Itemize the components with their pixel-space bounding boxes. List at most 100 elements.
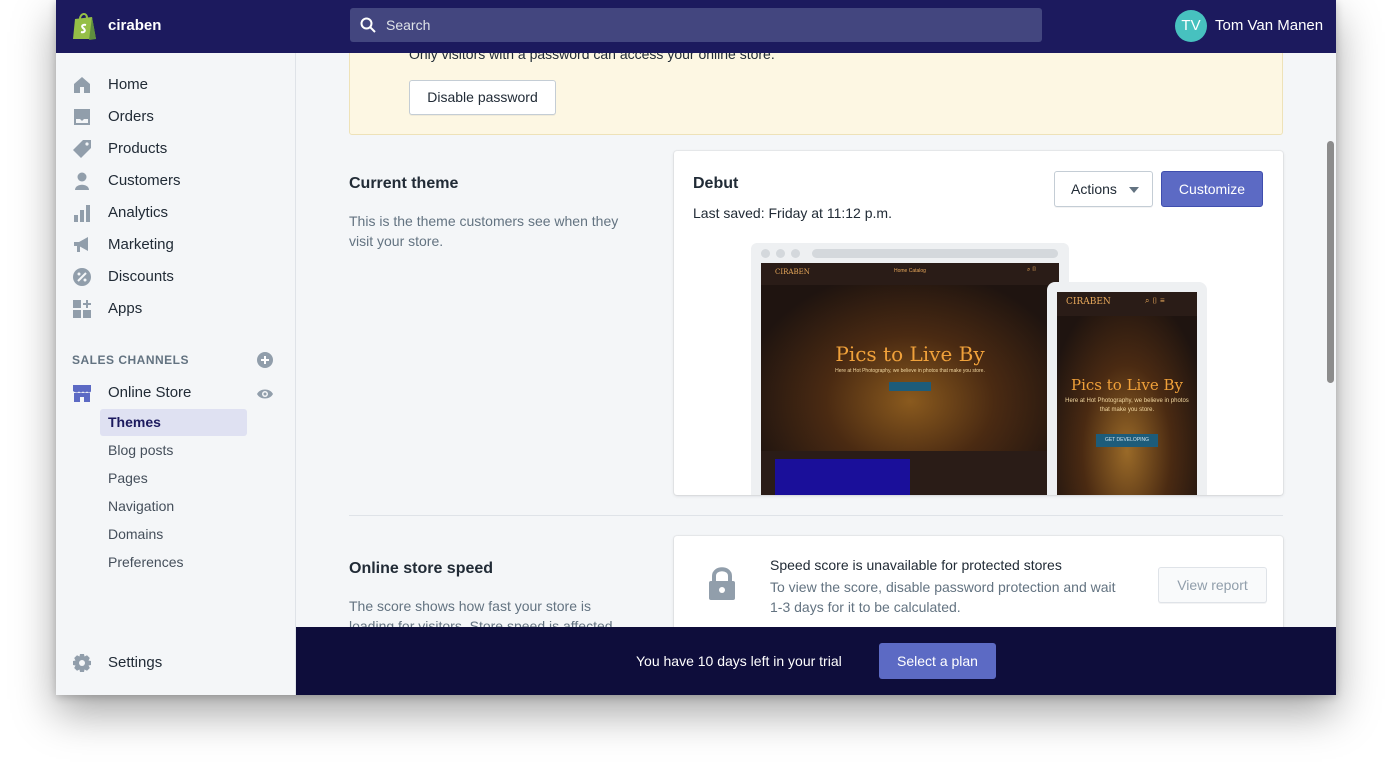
sidebar-subitem-blog-posts[interactable]: Blog posts [100,437,247,464]
speed-card-text: To view the score, disable password prot… [770,579,1116,615]
discount-icon [73,268,91,286]
sidebar-subitem-themes[interactable]: Themes [100,409,247,436]
view-report-button[interactable]: View report [1158,567,1267,603]
mobile-screen: CIRABEN ⌕ ▯ ≡ Pics to Live By Here at Ho… [1057,292,1197,495]
sidebar: Home Orders Products Customers Analytics… [56,53,296,695]
preview-search-icon: ⌕ ▯ [1027,267,1037,273]
sidebar-subitem-pages[interactable]: Pages [100,465,247,492]
search-placeholder: Search [386,17,431,33]
sidebar-item-home[interactable]: Home [72,71,282,99]
url-bar [812,249,1058,258]
add-channel-icon[interactable] [257,352,273,368]
store-icon [73,385,91,402]
sidebar-subitem-label: Navigation [108,498,175,514]
sidebar-item-label: Online Store [108,384,192,401]
eye-icon[interactable] [257,386,273,402]
window-dot [791,249,800,258]
actions-button[interactable]: Actions [1054,171,1153,207]
speed-card-title: Speed score is unavailable for protected… [770,557,1062,573]
lock-icon [709,567,735,600]
theme-card: Debut Last saved: Friday at 11:12 p.m. A… [674,151,1283,495]
sidebar-subitem-preferences[interactable]: Preferences [100,549,247,576]
sidebar-item-orders[interactable]: Orders [72,103,282,131]
current-theme-title: Current theme [349,175,459,192]
disable-password-button[interactable]: Disable password [409,80,556,115]
sidebar-subitem-label: Preferences [108,554,184,570]
sidebar-item-label: Products [108,140,168,157]
desktop-screen: CIRABEN Home Catalog ⌕ ▯ Pics to Live By… [761,263,1059,495]
sidebar-item-products[interactable]: Products [72,135,282,163]
current-theme-description: This is the theme customers see when the… [349,213,619,249]
desktop-preview[interactable]: CIRABEN Home Catalog ⌕ ▯ Pics to Live By… [751,243,1069,495]
sidebar-item-label: Orders [108,108,154,125]
orders-icon [74,109,90,125]
sidebar-item-label: Home [108,76,149,93]
search-icon [360,17,376,33]
section-divider [349,515,1283,516]
sidebar-item-settings[interactable]: Settings [72,649,282,677]
preview-mobile-title: Pics to Live By [1071,376,1183,394]
window-dot [761,249,770,258]
home-icon [74,77,90,93]
actions-label: Actions [1071,181,1117,197]
preview-mobile-cta: GET DEVELOPING [1096,434,1158,447]
sidebar-item-apps[interactable]: Apps [72,295,282,323]
speed-title: Online store speed [349,560,494,577]
sidebar-item-label: Apps [108,300,143,317]
sidebar-item-label: Settings [108,654,163,671]
sidebar-subitem-label: Blog posts [108,442,174,458]
megaphone-icon [74,237,88,252]
sidebar-item-customers[interactable]: Customers [72,167,282,195]
mobile-preview[interactable]: CIRABEN ⌕ ▯ ≡ Pics to Live By Here at Ho… [1047,282,1207,495]
bar-chart-icon [74,205,90,222]
app-window: ciraben Search TV Tom Van Manen Home Ord… [56,0,1336,695]
password-banner: Only visitors with a password can access… [349,53,1283,135]
speed-description: The score shows how fast your store is l… [349,598,613,627]
sidebar-subitem-label: Domains [108,526,164,542]
preview-mobile-logo: CIRABEN [1066,297,1111,307]
trial-bar: You have 10 days left in your trial Sele… [296,627,1336,695]
trial-text: You have 10 days left in your trial [636,653,842,669]
shopify-logo-icon[interactable] [72,11,98,41]
top-bar: ciraben Search TV Tom Van Manen [56,0,1336,53]
store-name[interactable]: ciraben [108,17,161,34]
theme-name: Debut [693,175,739,192]
preview-hero: Pics to Live By Here at Hot Photography,… [761,285,1059,451]
preview-image-block [775,459,910,495]
sidebar-item-online-store[interactable]: Online Store [72,379,282,407]
gear-icon [73,654,91,672]
sidebar-subitem-label: Themes [108,414,161,430]
sidebar-subitem-navigation[interactable]: Navigation [100,493,247,520]
window-dot [776,249,785,258]
sidebar-item-label: Discounts [108,268,174,285]
main-content: Only visitors with a password can access… [296,53,1336,627]
customize-button[interactable]: Customize [1161,171,1263,207]
user-name[interactable]: Tom Van Manen [1215,17,1323,34]
apps-icon [73,300,91,318]
sidebar-item-analytics[interactable]: Analytics [72,199,282,227]
caret-down-icon [1129,187,1139,193]
tag-icon [73,140,91,158]
sidebar-subitem-label: Pages [108,470,148,486]
preview-mobile-hero: Pics to Live By Here at Hot Photography,… [1057,316,1197,495]
sidebar-item-marketing[interactable]: Marketing [72,231,282,259]
sales-channels-heading: SALES CHANNELS [72,353,190,367]
preview-nav: Home Catalog [894,268,926,274]
sidebar-item-label: Analytics [108,204,169,221]
sidebar-item-discounts[interactable]: Discounts [72,263,282,291]
preview-mobile-subtitle: Here at Hot Photography, we believe in p… [1065,398,1189,413]
preview-cta [889,382,931,391]
preview-hero-subtitle: Here at Hot Photography, we believe in p… [835,368,985,374]
preview-hero-title: Pics to Live By [835,342,985,366]
search-input[interactable]: Search [350,8,1042,42]
select-plan-button[interactable]: Select a plan [879,643,996,679]
preview-logo: CIRABEN [775,268,810,276]
speed-card: Speed score is unavailable for protected… [674,536,1283,627]
scrollbar[interactable] [1327,141,1334,383]
sidebar-subitem-domains[interactable]: Domains [100,521,247,548]
theme-last-saved: Last saved: Friday at 11:12 p.m. [693,205,892,221]
preview-mobile-icons: ⌕ ▯ ≡ [1145,296,1165,305]
banner-text: Only visitors with a password can access… [409,53,775,62]
avatar[interactable]: TV [1175,10,1207,42]
sidebar-item-label: Customers [108,172,181,189]
